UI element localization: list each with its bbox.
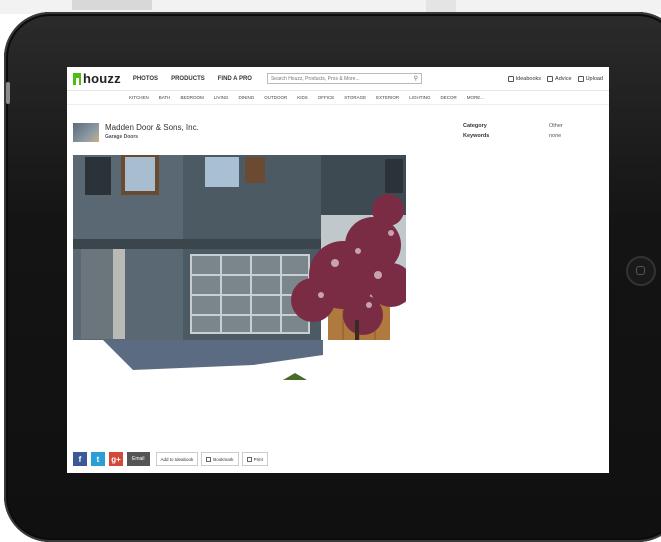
garage-door-photo — [73, 155, 406, 388]
main-photo[interactable] — [73, 155, 406, 388]
subnav-office[interactable]: OFFICE — [318, 95, 335, 100]
email-button[interactable]: Email — [127, 452, 150, 466]
houzz-logo[interactable]: houzz — [73, 71, 121, 86]
subnav-outdoor[interactable]: OUTDOOR — [264, 95, 287, 100]
nav-products[interactable]: PRODUCTS — [171, 76, 205, 82]
meta-key: Keywords — [463, 133, 490, 139]
search-placeholder: Search Houzz, Products, Pros & More... — [270, 75, 360, 82]
nav-photos[interactable]: PHOTOS — [133, 76, 158, 82]
subnav-bedroom[interactable]: BEDROOM — [180, 95, 203, 100]
meta-value: none — [549, 133, 562, 139]
site-header: houzz PHOTOS PRODUCTS FIND A PRO Search … — [67, 67, 609, 91]
ideabooks-link[interactable]: Ideabooks — [507, 75, 541, 82]
advice-icon — [547, 75, 554, 82]
category-subnav: KITCHEN BATH BEDROOM LIVING DINING OUTDO… — [67, 91, 609, 105]
tablet-screen: houzz PHOTOS PRODUCTS FIND A PRO Search … — [67, 67, 609, 473]
meta-key: Category — [463, 123, 487, 129]
subnav-kitchen[interactable]: KITCHEN — [129, 95, 149, 100]
pro-name[interactable]: Madden Door & Sons, Inc. — [105, 123, 199, 132]
add-to-ideabook-button[interactable]: Add to Ideabook — [155, 452, 199, 466]
pro-thumbnail[interactable] — [73, 123, 99, 142]
nav-find-a-pro[interactable]: FIND A PRO — [218, 76, 252, 82]
ideabooks-icon — [507, 75, 514, 82]
volume-button — [6, 82, 10, 104]
subnav-lighting[interactable]: LIGHTING — [409, 95, 430, 100]
upload-icon — [577, 75, 584, 82]
print-button[interactable]: Print — [241, 452, 268, 466]
subnav-kids[interactable]: KIDS — [297, 95, 308, 100]
advice-link[interactable]: Advice — [547, 75, 572, 82]
share-bar: f t g+ Email Add to Ideabook Bookmark Pr… — [73, 452, 271, 466]
subnav-more[interactable]: MORE... — [467, 95, 484, 100]
home-button[interactable] — [626, 256, 656, 286]
houzz-logo-icon — [73, 72, 81, 85]
home-icon — [636, 266, 645, 275]
subnav-living[interactable]: LIVING — [214, 95, 229, 100]
upload-link[interactable]: Upload — [577, 75, 603, 82]
bookmark-icon — [206, 456, 212, 462]
meta-value[interactable]: Other — [549, 123, 563, 129]
print-icon — [246, 456, 252, 462]
search-input[interactable]: Search Houzz, Products, Pros & More... ⚲ — [266, 73, 422, 84]
subnav-exterior[interactable]: EXTERIOR — [376, 95, 399, 100]
facebook-share-button[interactable]: f — [73, 452, 87, 466]
meta-row-category: Category Other — [463, 123, 563, 129]
subnav-decor[interactable]: DECOR — [440, 95, 456, 100]
twitter-share-button[interactable]: t — [91, 452, 105, 466]
pro-category: Garage Doors — [105, 134, 139, 140]
logo-text: houzz — [83, 71, 121, 86]
subnav-dining[interactable]: DINING — [238, 95, 254, 100]
bookmark-button[interactable]: Bookmark — [201, 452, 239, 466]
pro-profile: Madden Door & Sons, Inc. Garage Doors — [73, 123, 199, 142]
subnav-bath[interactable]: BATH — [159, 95, 171, 100]
googleplus-share-button[interactable]: g+ — [109, 452, 123, 466]
subnav-storage[interactable]: STORAGE — [344, 95, 366, 100]
top-decoration — [72, 0, 152, 10]
photo-meta: Category Other Keywords none — [463, 123, 563, 143]
search-icon[interactable]: ⚲ — [414, 75, 418, 82]
meta-row-keywords: Keywords none — [463, 133, 563, 139]
